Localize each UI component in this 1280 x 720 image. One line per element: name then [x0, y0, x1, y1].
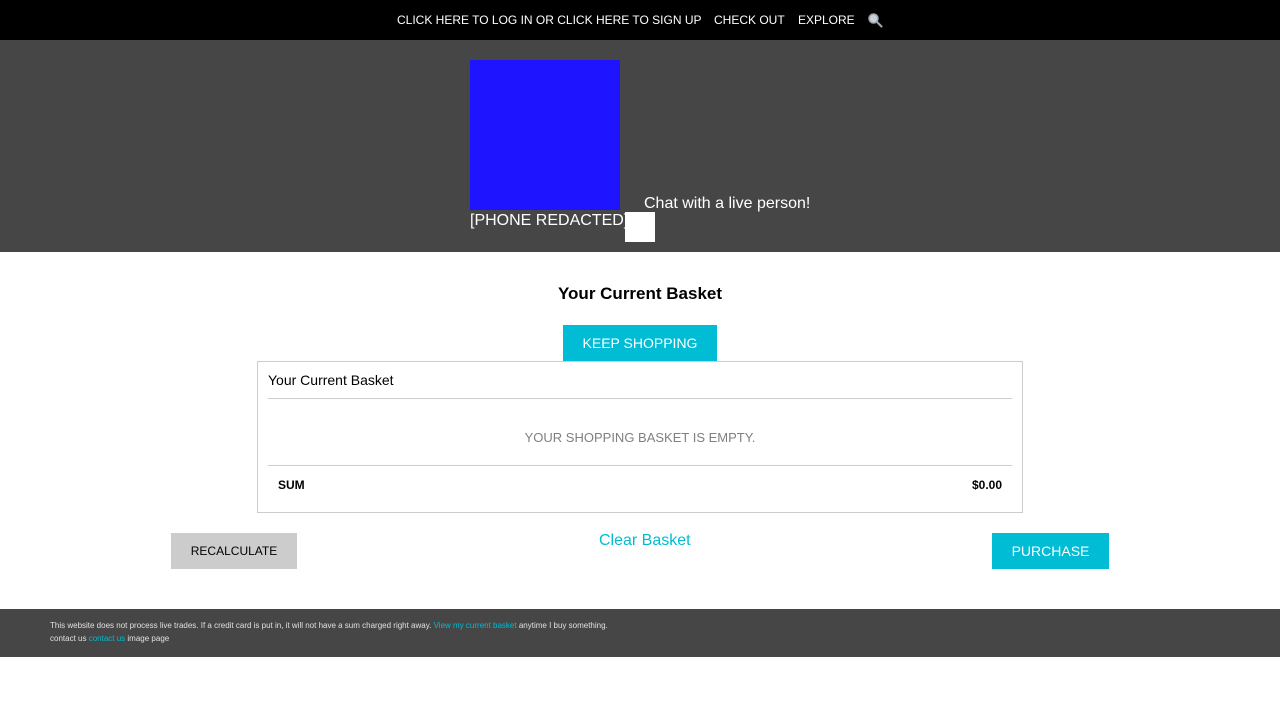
divider	[268, 398, 1012, 399]
live-chat-link[interactable]: Chat with a live person!	[644, 195, 810, 213]
basket-table: Your Current Basket YOUR SHOPPING BASKET…	[257, 361, 1023, 513]
chat-icon[interactable]	[625, 212, 655, 242]
site-footer: This website does not process live trade…	[0, 609, 1280, 657]
view-basket-link[interactable]: View my current basket	[434, 621, 517, 630]
purchase-button[interactable]: PURCHASE	[992, 533, 1109, 569]
footer-notice-suffix: anytime I buy something.	[518, 621, 608, 630]
site-logo[interactable]	[470, 60, 620, 210]
search-icon[interactable]	[867, 12, 883, 28]
empty-basket-message: YOUR SHOPPING BASKET IS EMPTY.	[524, 430, 756, 445]
basket-table-title: Your Current Basket	[268, 372, 394, 388]
clear-basket-link[interactable]: Clear Basket	[599, 532, 691, 550]
site-header: [PHONE REDACTED] Chat with a live person…	[0, 40, 1280, 252]
footer-contact-suffix: image page	[127, 634, 170, 643]
footer-notice-row: This website does not process live trade…	[50, 621, 608, 630]
footer-notice: This website does not process live trade…	[50, 621, 432, 630]
checkout-link[interactable]: CHECK OUT	[714, 13, 785, 27]
login-signup-link[interactable]: CLICK HERE TO LOG IN OR CLICK HERE TO SI…	[397, 13, 702, 27]
page-title: Your Current Basket	[557, 284, 723, 303]
explore-link[interactable]: EXPLORE	[798, 13, 855, 27]
phone-number: [PHONE REDACTED]	[470, 212, 629, 229]
top-navigation: CLICK HERE TO LOG IN OR CLICK HERE TO SI…	[0, 0, 1280, 40]
divider	[268, 465, 1012, 466]
recalculate-button[interactable]: RECALCULATE	[171, 533, 297, 569]
contact-us-link[interactable]: contact us	[89, 634, 125, 643]
sum-label: SUM	[278, 478, 305, 492]
keep-shopping-button[interactable]: KEEP SHOPPING	[563, 325, 717, 361]
footer-contact-prefix: contact us	[50, 634, 87, 643]
footer-contact-row: contact us contact us image page	[50, 634, 169, 643]
sum-value: $0.00	[971, 478, 1002, 492]
